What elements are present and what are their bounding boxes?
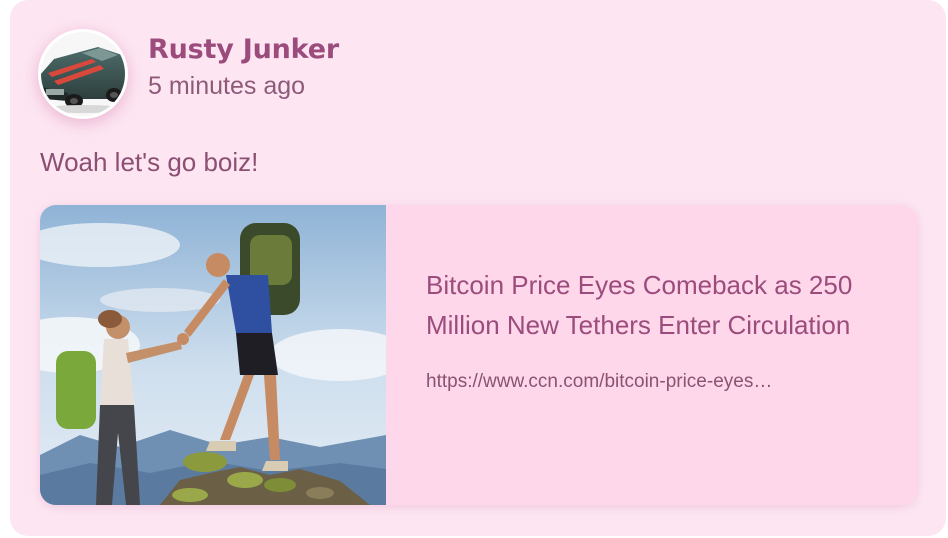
post-timestamp: 5 minutes ago	[148, 72, 306, 100]
link-preview-title[interactable]: Bitcoin Price Eyes Comeback as 250 Milli…	[426, 265, 866, 345]
link-preview-card[interactable]: Bitcoin Price Eyes Comeback as 250 Milli…	[40, 205, 917, 505]
author-block: Rusty Junker 5 minutes ago	[148, 33, 339, 101]
post-card: Rusty Junker 5 minutes ago Woah let's go…	[10, 0, 946, 536]
link-preview-url[interactable]: https://www.ccn.com/bitcoin-price-eyes…	[426, 371, 846, 393]
link-preview-text: Bitcoin Price Eyes Comeback as 250 Milli…	[386, 205, 866, 505]
author-name[interactable]: Rusty Junker	[148, 33, 339, 67]
avatar[interactable]	[38, 29, 128, 119]
car-avatar-icon	[41, 32, 125, 116]
post-header: Rusty Junker 5 minutes ago	[38, 28, 339, 120]
post-body-text: Woah let's go boiz!	[40, 147, 259, 177]
hikers-image	[40, 205, 386, 505]
